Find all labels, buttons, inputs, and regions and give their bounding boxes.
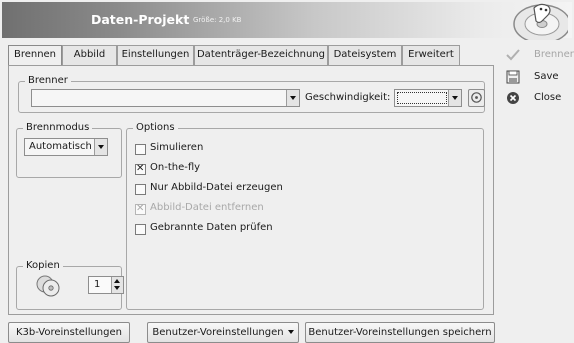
daten-pruefen-checkbox[interactable] [135, 224, 146, 235]
dialog-header: Daten-Projekt Größe: 2,0 KB [2, 2, 572, 40]
brennmodus-value: Automatisch [29, 141, 92, 152]
spin-up-icon[interactable] [114, 279, 120, 283]
brenner-group: Brenner Geschwindigkeit: [18, 75, 485, 113]
close-icon [507, 92, 519, 104]
header-title: Daten-Projekt [91, 12, 190, 27]
daten-pruefen-label[interactable]: Gebrannte Daten prüfen [150, 222, 273, 233]
brennmodus-group: Brennmodus Automatisch [16, 122, 122, 178]
header-subtitle: Größe: 2,0 KB [193, 16, 242, 24]
simulieren-label[interactable]: Simulieren [150, 142, 203, 153]
k3b-defaults-button[interactable]: K3b-Voreinstellungen [8, 322, 130, 343]
refresh-icon [471, 92, 482, 103]
abbild-entfernen-checkbox [135, 203, 146, 215]
close-label: Close [534, 92, 562, 103]
options-legend: Options [133, 122, 178, 134]
tab-erweitert[interactable]: Erweitert [402, 45, 460, 65]
nur-abbild-checkbox[interactable] [135, 184, 146, 195]
kopien-spinbox[interactable]: 1 [88, 276, 124, 294]
tab-einstellungen[interactable]: Einstellungen [117, 45, 194, 65]
refresh-button[interactable] [468, 89, 485, 107]
k3b-logo [513, 3, 568, 40]
burn-button[interactable]: Brennen [500, 45, 574, 65]
brennmodus-legend: Brennmodus [23, 122, 93, 134]
spin-buttons[interactable] [111, 277, 123, 293]
burn-icon [506, 49, 520, 61]
save-label: Save [534, 71, 559, 82]
chevron-down-icon [287, 330, 294, 334]
kopien-legend: Kopien [23, 260, 63, 272]
abbild-entfernen-label: Abbild-Datei entfernen [150, 202, 264, 213]
options-group: Options Simulieren On-the-fly Nur Abbild… [126, 122, 484, 310]
tab-brennen[interactable]: Brennen [8, 45, 62, 66]
nur-abbild-label[interactable]: Nur Abbild-Datei erzeugen [150, 182, 283, 193]
tab-datentraeger-bezeichnung[interactable]: Datenträger-Bezeichnung [194, 45, 328, 65]
focus-ring [397, 92, 447, 104]
chevron-down-icon [94, 139, 107, 155]
tab-abbild[interactable]: Abbild [62, 45, 117, 65]
spin-down-icon[interactable] [114, 286, 120, 290]
tab-dateisystem[interactable]: Dateisystem [328, 45, 402, 65]
k3b-defaults-label: K3b-Voreinstellungen [16, 327, 122, 338]
speed-label: Geschwindigkeit: [305, 92, 391, 103]
brennmodus-select[interactable]: Automatisch [24, 138, 108, 156]
user-defaults-label: Benutzer-Voreinstellungen [152, 327, 284, 338]
save-icon [506, 70, 520, 84]
save-user-defaults-button[interactable]: Benutzer-Voreinstellungen speichern [305, 322, 495, 343]
chevron-down-icon [286, 90, 299, 106]
simulieren-checkbox[interactable] [135, 144, 146, 155]
on-the-fly-checkbox[interactable] [135, 163, 146, 175]
device-select[interactable] [31, 89, 300, 107]
on-the-fly-label[interactable]: On-the-fly [150, 162, 200, 173]
speed-select[interactable] [394, 89, 462, 107]
disc-copies-icon [36, 275, 60, 297]
brenner-legend: Brenner [25, 75, 71, 87]
tab-panel-brennen: Brenner Geschwindigkeit: Brennmodus Auto… [8, 65, 494, 315]
user-defaults-button[interactable]: Benutzer-Voreinstellungen [147, 322, 299, 343]
kopien-value: 1 [94, 279, 101, 290]
chevron-down-icon [448, 90, 461, 106]
save-button[interactable]: Save [500, 67, 572, 87]
burn-label: Brennen [534, 49, 574, 60]
save-user-defaults-label: Benutzer-Voreinstellungen speichern [308, 327, 492, 338]
close-button[interactable]: Close [500, 88, 572, 108]
